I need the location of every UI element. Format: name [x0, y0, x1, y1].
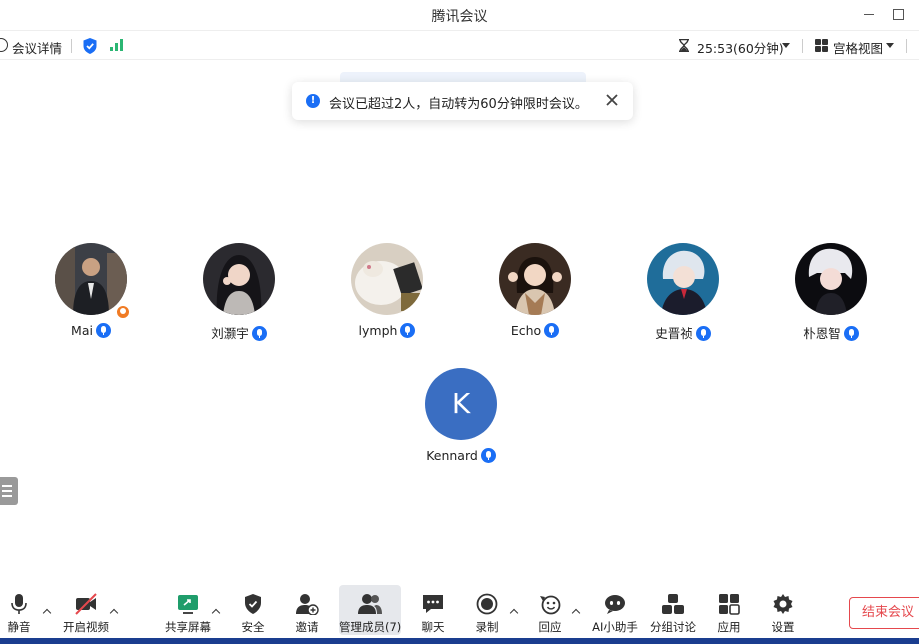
record-icon — [476, 593, 498, 615]
record-button[interactable]: 录制 — [468, 585, 506, 635]
side-panel-toggle[interactable] — [0, 477, 18, 505]
chevron-up-icon[interactable] — [510, 607, 518, 615]
participant-tile[interactable]: 朴恩智 — [771, 243, 891, 343]
manage-members-label: 管理成员(7) — [339, 620, 402, 634]
microphone-icon — [695, 326, 711, 341]
participant-tile[interactable]: 史晋祯 — [623, 243, 743, 343]
maximize-icon[interactable] — [889, 5, 907, 23]
taskbar-strip — [0, 638, 919, 644]
reaction-icon — [540, 595, 561, 615]
invite-button[interactable]: 邀请 — [288, 585, 326, 635]
alert-icon: ! — [306, 94, 320, 108]
meeting-toolbar: 静音 开启视频 共享屏幕 安全 邀请 管理成员(7) 聊天 录制 回应 AI小助… — [0, 585, 919, 638]
participant-tile[interactable]: lymph — [327, 243, 447, 343]
apps-label: 应用 — [717, 620, 741, 634]
share-screen-label: 共享屏幕 — [165, 620, 211, 634]
mute-button[interactable]: 静音 — [0, 585, 38, 635]
avatar: K — [425, 368, 497, 440]
participant-name: lymph — [327, 323, 447, 338]
participant-name: 刘灏宇 — [179, 323, 299, 342]
breakout-rooms-label: 分组讨论 — [650, 620, 696, 634]
microphone-icon — [400, 323, 416, 338]
chevron-down-icon[interactable] — [782, 43, 790, 48]
divider — [906, 39, 907, 53]
end-meeting-button[interactable]: 结束会议 — [849, 597, 919, 629]
microphone-icon — [480, 448, 496, 463]
chat-label: 聊天 — [421, 620, 445, 634]
settings-label: 设置 — [771, 620, 795, 634]
avatar — [795, 243, 867, 315]
chat-icon — [423, 595, 443, 613]
apps-button[interactable]: 应用 — [710, 585, 748, 635]
participant-name: Echo — [475, 323, 595, 338]
meeting-info-button[interactable]: 会议详情 — [12, 38, 62, 57]
participant-name: 朴恩智 — [771, 323, 891, 342]
record-label: 录制 — [475, 620, 499, 634]
title-bar: 腾讯会议 — [0, 0, 919, 30]
react-button[interactable]: 回应 — [531, 585, 569, 635]
start-video-button[interactable]: 开启视频 — [58, 585, 114, 635]
members-icon — [358, 594, 382, 614]
divider — [802, 39, 803, 53]
start-video-label: 开启视频 — [63, 620, 109, 634]
participant-tile[interactable]: 刘灏宇 — [179, 243, 299, 343]
info-icon[interactable] — [0, 38, 8, 52]
avatar — [647, 243, 719, 315]
divider — [71, 39, 72, 53]
chevron-up-icon[interactable] — [212, 607, 220, 615]
react-label: 回应 — [538, 620, 562, 634]
gear-icon — [773, 594, 793, 614]
ai-assistant-button[interactable]: AI小助手 — [590, 585, 640, 635]
participant-name: Mai — [31, 323, 151, 338]
view-layout-button[interactable]: 宫格视图 — [833, 38, 883, 57]
toast-message: 会议已超过2人，自动转为60分钟限时会议。 — [329, 97, 588, 112]
window-title: 腾讯会议 — [431, 9, 488, 25]
invite-label: 邀请 — [295, 620, 319, 634]
breakout-rooms-button[interactable]: 分组讨论 — [647, 585, 699, 635]
chevron-up-icon[interactable] — [43, 607, 51, 615]
video-off-icon — [75, 593, 97, 615]
share-screen-button[interactable]: 共享屏幕 — [160, 585, 216, 635]
avatar — [351, 243, 423, 315]
time-limit-toast: ! 会议已超过2人，自动转为60分钟限时会议。 — [292, 82, 633, 120]
avatar — [55, 243, 127, 315]
host-icon — [115, 304, 131, 320]
microphone-icon — [843, 326, 859, 341]
chevron-up-icon[interactable] — [110, 607, 118, 615]
ai-assistant-label: AI小助手 — [592, 620, 638, 634]
grid-view-icon[interactable] — [815, 39, 828, 52]
hourglass-icon — [679, 39, 689, 52]
microphone-icon — [251, 326, 267, 341]
mute-label: 静音 — [7, 620, 31, 634]
participant-tile[interactable]: K Kennard — [401, 368, 521, 468]
chat-button[interactable]: 聊天 — [414, 585, 452, 635]
participant-name: 史晋祯 — [623, 323, 743, 342]
microphone-icon — [95, 323, 111, 338]
meeting-top-bar: 会议详情 25:53(60分钟) 宫格视图 — [0, 30, 919, 60]
ai-assistant-icon — [605, 595, 625, 614]
manage-members-button[interactable]: 管理成员(7) — [339, 585, 401, 635]
microphone-icon — [11, 594, 27, 614]
participant-tile[interactable]: Mai — [31, 243, 151, 343]
chevron-down-icon[interactable] — [886, 43, 894, 48]
meeting-timer[interactable]: 25:53(60分钟) — [697, 38, 784, 57]
close-icon[interactable] — [605, 93, 619, 107]
security-label: 安全 — [241, 620, 265, 634]
avatar — [203, 243, 275, 315]
breakout-icon — [662, 594, 684, 614]
settings-button[interactable]: 设置 — [764, 585, 802, 635]
avatar — [499, 243, 571, 315]
shield-icon[interactable] — [82, 37, 98, 55]
participant-tile[interactable]: Echo — [475, 243, 595, 343]
participant-name: Kennard — [401, 448, 521, 463]
apps-icon — [719, 594, 740, 615]
microphone-icon — [544, 323, 560, 338]
add-user-icon — [296, 594, 319, 615]
shield-icon — [245, 594, 261, 614]
minimize-icon[interactable] — [860, 5, 878, 23]
security-button[interactable]: 安全 — [234, 585, 272, 635]
network-signal-icon[interactable] — [110, 39, 124, 51]
chevron-up-icon[interactable] — [572, 607, 580, 615]
share-screen-icon — [178, 595, 198, 614]
